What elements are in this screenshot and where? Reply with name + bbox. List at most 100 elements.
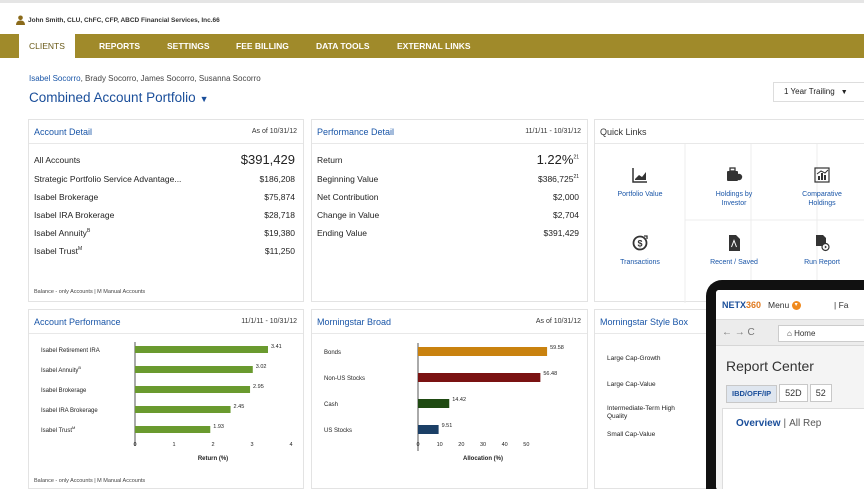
metric-value: $386,72521 bbox=[537, 174, 579, 184]
period-select[interactable]: 1 Year Trailing ▼ bbox=[773, 82, 864, 102]
quick-links-panel: Quick Links Portfolio Value Holdings by … bbox=[594, 119, 864, 303]
footnote: Balance - only Accounts | M Manual Accou… bbox=[34, 478, 146, 484]
data-label: 56.48 bbox=[543, 371, 557, 377]
bar bbox=[135, 386, 251, 393]
chevron-down-icon: ▾ bbox=[791, 301, 801, 311]
tab-reports[interactable]: REPORTS bbox=[99, 34, 140, 58]
metric-value: $2,704 bbox=[553, 210, 579, 220]
account-name: Isabel IRA Brokerage bbox=[34, 210, 115, 220]
data-label: 2.95 bbox=[253, 384, 264, 390]
category-label: US Stocks bbox=[324, 428, 352, 434]
tab-52[interactable]: 52 bbox=[809, 384, 832, 402]
account-name: Isabel Brokerage bbox=[34, 192, 99, 202]
performance-detail-panel: Performance Detail 11/1/11 - 10/31/12 Re… bbox=[311, 119, 588, 302]
account-row[interactable]: Isabel AnnuityB $19,380 bbox=[34, 228, 295, 245]
tablet-screen: NETX360 Menu ▾ | Fa ← → C ⌂ Home Report … bbox=[716, 290, 864, 489]
style-row-label: Large Cap-Growth bbox=[607, 355, 661, 362]
category-label: Isabel TrustM bbox=[41, 425, 75, 434]
tick-label: 40 bbox=[502, 442, 508, 448]
tick-label: 3 bbox=[250, 442, 253, 448]
tick-label: 20 bbox=[458, 442, 464, 448]
tab-data-tools[interactable]: DATA TOOLS bbox=[316, 34, 370, 58]
household-members: Isabel Socorro, Brady Socorro, James Soc… bbox=[29, 74, 261, 83]
overview-link[interactable]: Overview bbox=[736, 418, 780, 429]
portfolio-title-dropdown[interactable]: Combined Account Portfolio ▼ bbox=[29, 90, 209, 105]
data-label: 9.51 bbox=[442, 423, 453, 429]
tick-label: 0 bbox=[416, 442, 419, 448]
style-row-label: Large Cap-Value bbox=[607, 381, 656, 388]
account-name: Isabel AnnuityB bbox=[34, 228, 91, 238]
tab-fee-billing[interactable]: FEE BILLING bbox=[236, 34, 289, 58]
quick-link-run-report[interactable]: Run Report bbox=[791, 224, 853, 286]
category-label: Non-US Stocks bbox=[324, 376, 365, 382]
quick-link-holdings-by-investor[interactable]: Holdings by Investor bbox=[703, 156, 765, 218]
caret-down-icon: ▼ bbox=[199, 94, 209, 104]
quick-link-comparative-holdings[interactable]: Comparative Holdings bbox=[791, 156, 853, 218]
performance-row: Ending Value $391,429 bbox=[317, 228, 579, 245]
data-label: 3.02 bbox=[256, 364, 267, 370]
tick-label: 50 bbox=[523, 442, 529, 448]
report-tabs: IBD/OFF/IP 52D 52 bbox=[726, 383, 834, 403]
bar bbox=[135, 346, 268, 353]
morningstar-style-title[interactable]: Morningstar Style Box bbox=[600, 317, 688, 327]
quick-links-title: Quick Links bbox=[600, 127, 647, 137]
tablet-app-header: NETX360 Menu ▾ | Fa bbox=[716, 290, 864, 320]
tab-external-links[interactable]: EXTERNAL LINKS bbox=[397, 34, 471, 58]
user-icon bbox=[16, 15, 25, 25]
data-label: 59.58 bbox=[550, 345, 564, 351]
account-value: $11,250 bbox=[264, 246, 295, 256]
account-performance-panel: Account Performance 11/1/11 - 10/31/12 I… bbox=[28, 309, 304, 489]
account-name: Isabel TrustM bbox=[34, 246, 83, 256]
data-label: 2.45 bbox=[234, 404, 245, 410]
category-label: Isabel IRA Brokerage bbox=[41, 408, 98, 414]
tick-label: 30 bbox=[480, 442, 486, 448]
performance-detail-title[interactable]: Performance Detail bbox=[317, 127, 394, 137]
holdings-icon bbox=[727, 167, 743, 181]
performance-row: Change in Value $2,704 bbox=[317, 210, 579, 227]
account-row[interactable]: Isabel TrustM $11,250 bbox=[34, 246, 295, 263]
home-tab[interactable]: ⌂ Home bbox=[778, 325, 864, 342]
report-center-title: Report Center bbox=[726, 358, 814, 374]
bar bbox=[418, 399, 450, 408]
browser-nav-buttons[interactable]: ← → C bbox=[722, 327, 755, 338]
quick-link-recent-saved[interactable]: Recent / Saved bbox=[703, 224, 765, 286]
tick-label: 2 bbox=[211, 442, 214, 448]
panel-header: Account Detail As of 10/31/12 bbox=[29, 120, 303, 144]
metric-label: Beginning Value bbox=[317, 174, 379, 184]
metric-value: 1.22%21 bbox=[536, 152, 579, 167]
svg-text:$: $ bbox=[637, 239, 642, 249]
account-row[interactable]: All Accounts $391,429 bbox=[34, 152, 295, 172]
tab-clients[interactable]: CLIENTS bbox=[19, 34, 75, 58]
tab-ibd[interactable]: IBD/OFF/IP bbox=[726, 385, 778, 403]
axis-title: Allocation (%) bbox=[463, 456, 503, 462]
tab-settings[interactable]: SETTINGS bbox=[167, 34, 210, 58]
menu-button[interactable]: Menu ▾ bbox=[768, 300, 801, 311]
account-value: $391,429 bbox=[240, 152, 295, 167]
account-detail-title[interactable]: Account Detail bbox=[34, 127, 92, 137]
performance-row: Beginning Value $386,72521 bbox=[317, 174, 579, 191]
category-label: Isabel Retirement IRA bbox=[41, 348, 100, 354]
account-row[interactable]: Strategic Portfolio Service Advantage...… bbox=[34, 174, 295, 191]
all-reports-link[interactable]: All Rep bbox=[789, 418, 821, 429]
report-subnav: Overview | All Rep bbox=[736, 418, 822, 429]
tab-52d[interactable]: 52D bbox=[779, 384, 808, 402]
quick-link-portfolio-value[interactable]: Portfolio Value bbox=[609, 156, 671, 218]
account-name: Strategic Portfolio Service Advantage... bbox=[34, 174, 182, 184]
account-value: $19,380 bbox=[264, 228, 295, 238]
run-report-icon bbox=[816, 235, 830, 252]
bar bbox=[135, 426, 211, 433]
app-logo: NETX360 bbox=[722, 300, 762, 310]
account-row[interactable]: Isabel IRA Brokerage $28,718 bbox=[34, 210, 295, 227]
tick-label: 10 bbox=[437, 442, 443, 448]
favorites-button[interactable]: | Fa bbox=[834, 300, 849, 310]
category-label: Isabel Brokerage bbox=[41, 388, 87, 394]
client-link-isabel[interactable]: Isabel Socorro bbox=[29, 74, 81, 83]
account-row[interactable]: Isabel Brokerage $75,874 bbox=[34, 192, 295, 209]
pdf-icon bbox=[729, 235, 740, 251]
performance-row: Return 1.22%21 bbox=[317, 152, 579, 172]
quick-link-transactions[interactable]: $ Transactions bbox=[609, 224, 671, 286]
portfolio-title: Combined Account Portfolio bbox=[29, 90, 196, 105]
account-value: $75,874 bbox=[264, 192, 295, 202]
morningstar-broad-panel: Morningstar Broad As of 10/31/12 Bonds 59… bbox=[311, 309, 588, 489]
panel-header: Performance Detail 11/1/11 - 10/31/12 bbox=[312, 120, 587, 144]
